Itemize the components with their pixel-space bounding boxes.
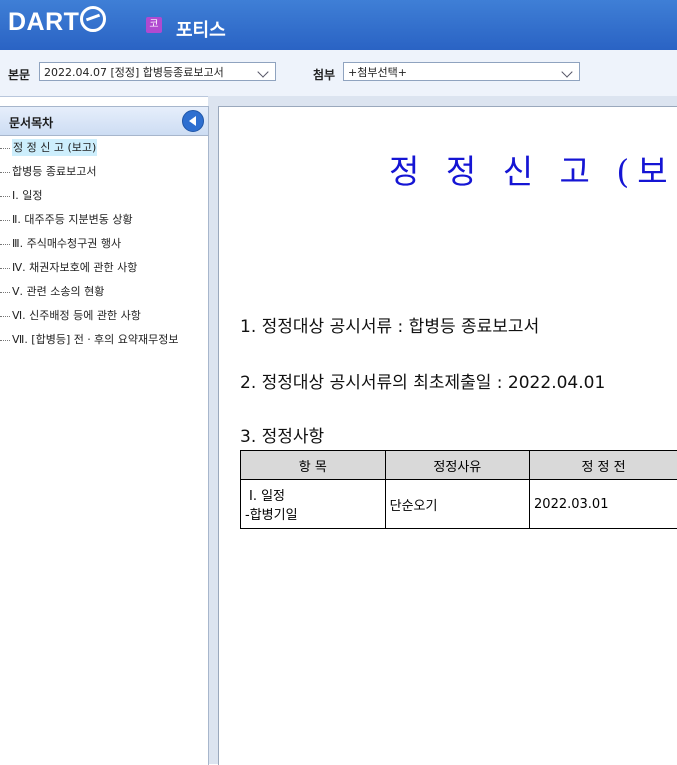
toc-item-label: Ⅳ. 채권자보호에 관한 사항 bbox=[12, 261, 137, 274]
collapse-sidebar-icon[interactable] bbox=[182, 110, 204, 132]
toc-item-label: 합병등 종료보고서 bbox=[12, 165, 96, 178]
dart-logo[interactable]: DART bbox=[8, 6, 106, 37]
chevron-down-icon bbox=[257, 66, 268, 77]
chevron-down-icon bbox=[561, 66, 572, 77]
document-title: 정 정 신 고 (보고) bbox=[389, 145, 677, 193]
toc-list: 정 정 신 고 (보고) 합병등 종료보고서 Ⅰ. 일정 Ⅱ. 대주주등 지분변… bbox=[0, 136, 208, 352]
logo-text: DART bbox=[8, 8, 79, 36]
toc-item-label: Ⅲ. 주식매수청구권 행사 bbox=[12, 237, 121, 250]
main-doc-label: 본문 bbox=[8, 66, 30, 83]
section-1: 1. 정정대상 공시서류 : 합병등 종료보고서 bbox=[240, 312, 539, 337]
document-view: 정 정 신 고 (보고) 1. 정정대상 공시서류 : 합병등 종료보고서 2.… bbox=[218, 106, 677, 765]
toc-item-share-allocation[interactable]: Ⅵ. 신주배정 등에 관한 사항 bbox=[0, 304, 208, 328]
toc-item-merger-report[interactable]: 합병등 종료보고서 bbox=[0, 160, 208, 184]
table-cell-reason: 단순오기 bbox=[385, 480, 529, 529]
attach-select-value: +첨부선택+ bbox=[348, 66, 407, 79]
main-doc-select[interactable]: 2022.04.07 [정정] 합병등종료보고서 bbox=[39, 62, 276, 81]
table-cell-item: Ⅰ. 일정 -합병기일 bbox=[241, 480, 386, 529]
table-row: Ⅰ. 일정 -합병기일 단순오기 2022.03.01 bbox=[241, 480, 677, 529]
toc-item-creditor-protection[interactable]: Ⅳ. 채권자보호에 관한 사항 bbox=[0, 256, 208, 280]
toc-item-label: Ⅴ. 관련 소송의 현황 bbox=[12, 285, 104, 298]
column-header: 정정사유 bbox=[385, 451, 529, 480]
toc-item-label: Ⅱ. 대주주등 지분변동 상황 bbox=[12, 213, 133, 226]
company-badge: 코 bbox=[146, 17, 162, 33]
company-name[interactable]: 포티스 bbox=[176, 16, 226, 42]
section-3: 3. 정정사항 bbox=[240, 422, 324, 447]
toc-item-litigation[interactable]: Ⅴ. 관련 소송의 현황 bbox=[0, 280, 208, 304]
attach-label: 첨부 bbox=[313, 66, 335, 83]
toc-item-label: Ⅵ. 신주배정 등에 관한 사항 bbox=[12, 309, 141, 322]
toc-item-appraisal-rights[interactable]: Ⅲ. 주식매수청구권 행사 bbox=[0, 232, 208, 256]
table-header-row: 항 목 정정사유 정 정 전 bbox=[241, 451, 677, 480]
column-header: 정 정 전 bbox=[530, 451, 677, 480]
column-header: 항 목 bbox=[241, 451, 386, 480]
item-line-1: Ⅰ. 일정 bbox=[245, 485, 384, 504]
toc-title: 문서목차 bbox=[9, 114, 53, 131]
logo-mark-icon bbox=[80, 6, 106, 32]
toc-item-shareholding[interactable]: Ⅱ. 대주주등 지분변동 상황 bbox=[0, 208, 208, 232]
main-doc-select-value: 2022.04.07 [정정] 합병등종료보고서 bbox=[44, 66, 224, 79]
toc-header: 문서목차 bbox=[0, 107, 208, 136]
table-cell-before: 2022.03.01 bbox=[530, 480, 677, 529]
section-2: 2. 정정대상 공시서류의 최초제출일 : 2022.04.01 bbox=[240, 368, 605, 393]
toc-item-correction[interactable]: 정 정 신 고 (보고) bbox=[0, 136, 208, 160]
attach-select[interactable]: +첨부선택+ bbox=[343, 62, 580, 81]
item-line-2: -합병기일 bbox=[245, 504, 384, 523]
toc-sidebar: 문서목차 정 정 신 고 (보고) 합병등 종료보고서 Ⅰ. 일정 Ⅱ. 대주주… bbox=[0, 106, 209, 765]
toc-item-financial-summary[interactable]: Ⅶ. [합병등] 전ㆍ후의 요약재무정보 bbox=[0, 328, 208, 352]
toc-item-label: Ⅰ. 일정 bbox=[12, 189, 42, 202]
toc-item-label: 정 정 신 고 (보고) bbox=[12, 139, 97, 156]
correction-table: 항 목 정정사유 정 정 전 Ⅰ. 일정 -합병기일 단순오기 2022.03.… bbox=[240, 450, 677, 529]
app-header: DART 코 포티스 bbox=[0, 0, 677, 50]
toc-item-schedule[interactable]: Ⅰ. 일정 bbox=[0, 184, 208, 208]
document-toolbar: 본문 2022.04.07 [정정] 합병등종료보고서 첨부 +첨부선택+ bbox=[0, 50, 677, 97]
toc-item-label: Ⅶ. [합병등] 전ㆍ후의 요약재무정보 bbox=[12, 333, 178, 346]
